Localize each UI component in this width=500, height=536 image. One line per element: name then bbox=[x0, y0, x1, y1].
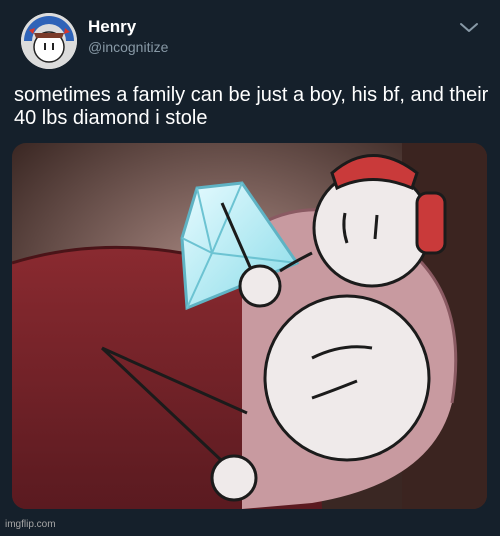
tweet-menu-button[interactable] bbox=[458, 20, 480, 36]
meme-image bbox=[12, 143, 487, 509]
tweet-text: sometimes a family can be just a boy, hi… bbox=[14, 84, 489, 129]
author-handle[interactable]: @incognitize bbox=[88, 39, 168, 55]
imgflip-watermark: imgflip.com bbox=[5, 519, 56, 530]
chevron-down-icon bbox=[460, 23, 478, 32]
author-avatar[interactable] bbox=[21, 13, 77, 69]
tweet-card: Henry @incognitize sometimes a family ca… bbox=[0, 0, 500, 536]
author-display-name[interactable]: Henry bbox=[88, 17, 136, 37]
tweet-media-image[interactable] bbox=[12, 143, 487, 509]
avatar-icon bbox=[21, 13, 77, 69]
